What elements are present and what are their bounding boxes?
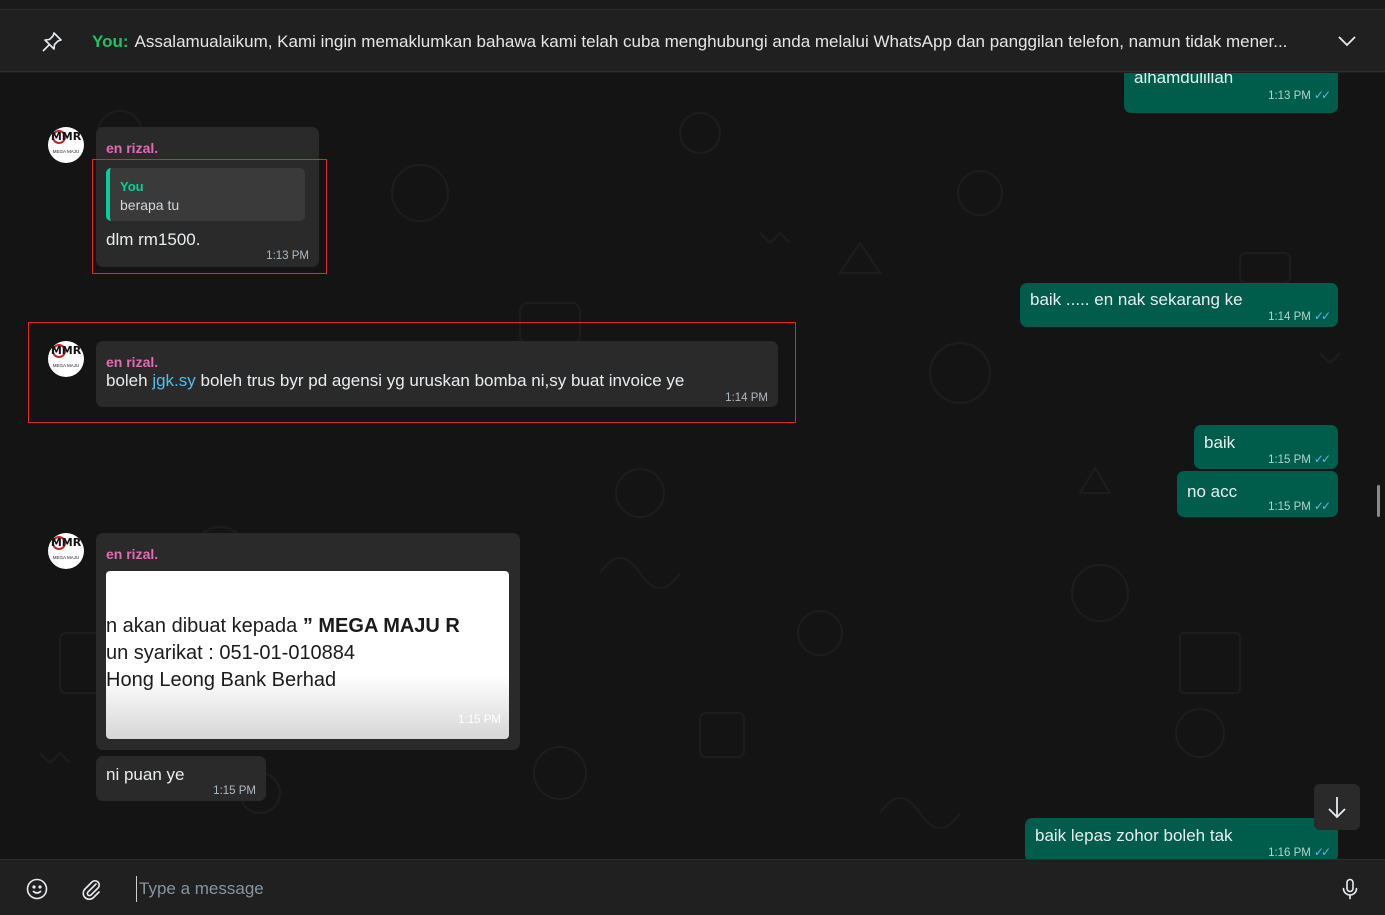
avatar[interactable]: MMR MEGA MAJU: [48, 533, 84, 569]
outgoing-message[interactable]: alhamdulillah 1:13 PM ✓✓: [1124, 73, 1338, 113]
scrollbar-thumb[interactable]: [1377, 485, 1380, 517]
outgoing-message[interactable]: baik ..... en nak sekarang ke 1:14 PM ✓✓: [1020, 283, 1338, 327]
window-top-edge: [0, 0, 1385, 10]
message-text: baik ..... en nak sekarang ke: [1030, 290, 1243, 309]
message-input[interactable]: [136, 876, 1286, 902]
message-time: 1:15 PM: [213, 785, 256, 797]
message-composer-bar: [0, 859, 1385, 915]
outgoing-message[interactable]: baik 1:15 PM ✓✓: [1194, 425, 1338, 469]
pinned-message-banner[interactable]: You: Assalamualaikum, Kami ingin memaklum…: [0, 10, 1385, 72]
emoji-icon[interactable]: [25, 877, 49, 901]
chevron-down-icon[interactable]: [1337, 34, 1357, 48]
pinned-sender: You:: [92, 32, 129, 51]
highlight-box: [92, 159, 327, 274]
double-check-icon: ✓✓: [1313, 845, 1331, 859]
avatar-logo: MMR: [50, 130, 82, 143]
double-check-icon: ✓✓: [1313, 309, 1331, 323]
sender-name: en rizal.: [106, 546, 159, 562]
paperclip-icon[interactable]: [79, 877, 103, 901]
outgoing-message[interactable]: baik lepas zohor boleh tak 1:16 PM ✓✓: [1025, 818, 1338, 859]
image-text-line: n akan dibuat kepada ” MEGA MAJU R: [106, 615, 460, 637]
image-text-line: Hong Leong Bank Berhad: [106, 669, 337, 691]
message-time: 1:14 PM ✓✓: [1268, 309, 1331, 323]
sender-name: en rizal.: [106, 140, 159, 156]
incoming-message[interactable]: ni puan ye 1:15 PM: [96, 756, 266, 801]
message-text: baik: [1204, 433, 1236, 452]
microphone-icon[interactable]: [1338, 877, 1362, 901]
message-time: 1:13 PM ✓✓: [1268, 88, 1331, 102]
double-check-icon: ✓✓: [1313, 88, 1331, 102]
double-check-icon: ✓✓: [1313, 499, 1331, 513]
message-time: 1:15 PM ✓✓: [1268, 499, 1331, 513]
incoming-image-message[interactable]: en rizal. n akan dibuat kepada ” MEGA MA…: [96, 533, 520, 750]
message-time: 1:16 PM ✓✓: [1268, 845, 1331, 859]
arrow-down-icon: [1328, 797, 1346, 819]
message-text: baik lepas zohor boleh tak: [1035, 826, 1233, 845]
pinned-body: Assalamualaikum, Kami ingin memaklumkan …: [134, 32, 1288, 51]
avatar-caption: MEGA MAJU: [52, 555, 80, 560]
avatar-caption: MEGA MAJU: [52, 149, 80, 154]
message-time: 1:15 PM ✓✓: [1268, 452, 1331, 466]
image-text-line: un syarikat : 051-01-010884: [106, 642, 356, 664]
message-text: alhamdulillah: [1134, 73, 1234, 87]
scroll-to-bottom-button[interactable]: [1314, 784, 1360, 830]
outgoing-message[interactable]: no acc 1:15 PM ✓✓: [1177, 471, 1338, 517]
message-text: ni puan ye: [106, 765, 185, 784]
avatar-logo: MMR: [50, 536, 82, 549]
pin-icon: [42, 32, 62, 52]
message-text: no acc: [1187, 482, 1238, 501]
message-input-wrapper: [136, 876, 1286, 902]
image-attachment[interactable]: n akan dibuat kepada ” MEGA MAJU R un sy…: [106, 571, 509, 739]
highlight-box: [28, 322, 796, 423]
pinned-message-text: You: Assalamualaikum, Kami ingin memaklum…: [92, 32, 1287, 52]
message-time: 1:15 PM: [458, 714, 501, 726]
double-check-icon: ✓✓: [1313, 452, 1331, 466]
avatar[interactable]: MMR MEGA MAJU: [48, 127, 84, 163]
conversation-panel[interactable]: alhamdulillah 1:13 PM ✓✓ MMR MEGA MAJU en…: [0, 73, 1385, 859]
